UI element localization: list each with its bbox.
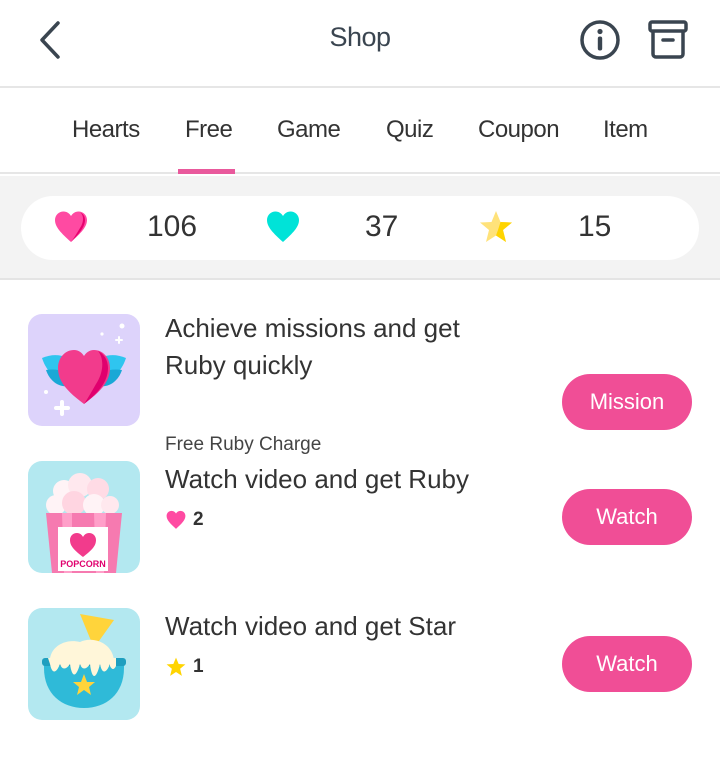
reward-value: 1 bbox=[193, 656, 204, 677]
tab-game[interactable]: Game bbox=[277, 116, 341, 144]
popcorn-label: POPCORN bbox=[60, 559, 106, 569]
pink-heart-icon bbox=[166, 510, 186, 529]
teal-heart-balance: 37 bbox=[365, 210, 399, 243]
ice-cream-bowl-icon bbox=[28, 608, 140, 720]
reward-value: 2 bbox=[193, 509, 204, 530]
item-title: Watch video and get Star bbox=[165, 611, 456, 641]
tab-item[interactable]: Item bbox=[603, 116, 648, 144]
reward: 2 bbox=[165, 509, 204, 531]
info-icon bbox=[580, 20, 620, 60]
popcorn-icon: POPCORN bbox=[28, 461, 140, 573]
winged-heart-icon bbox=[28, 314, 140, 426]
item-title: Watch video and get Ruby bbox=[165, 464, 469, 494]
teal-heart-icon bbox=[267, 211, 299, 242]
watch-star-button[interactable]: Watch bbox=[562, 636, 692, 692]
archive-box-icon bbox=[648, 20, 688, 59]
watch-ruby-button[interactable]: Watch bbox=[562, 489, 692, 545]
star-icon bbox=[166, 657, 186, 676]
balance-bar: 106 37 15 bbox=[21, 196, 699, 260]
info-button[interactable] bbox=[578, 18, 622, 62]
reward: 1 bbox=[165, 656, 204, 678]
item-subtitle: Free Ruby Charge bbox=[165, 434, 322, 455]
list-item: Achieve missions and get Ruby quickly Fr… bbox=[0, 313, 720, 455]
tab-free[interactable]: Free bbox=[185, 116, 233, 144]
tab-coupon[interactable]: Coupon bbox=[478, 116, 560, 144]
item-title: Achieve missions and get Ruby quickly bbox=[165, 313, 460, 380]
ruby-balance: 106 bbox=[147, 210, 198, 243]
active-tab-indicator bbox=[178, 169, 235, 174]
category-tabs: Hearts Free Game Quiz Coupon Item bbox=[0, 90, 720, 174]
mission-button[interactable]: Mission bbox=[562, 374, 692, 430]
star-balance: 15 bbox=[578, 210, 612, 243]
app-header: Shop bbox=[0, 0, 720, 88]
storage-box-button[interactable] bbox=[646, 18, 690, 62]
balance-section: 106 37 15 bbox=[0, 176, 720, 280]
pink-heart-icon bbox=[55, 211, 87, 242]
tab-quiz[interactable]: Quiz bbox=[386, 116, 434, 144]
list-item: POPCORN Watch video and get Ruby 2 Watch bbox=[0, 461, 720, 576]
tab-hearts[interactable]: Hearts bbox=[72, 116, 140, 144]
list-item: Watch video and get Star 1 Watch bbox=[0, 608, 720, 723]
star-icon bbox=[480, 211, 512, 242]
